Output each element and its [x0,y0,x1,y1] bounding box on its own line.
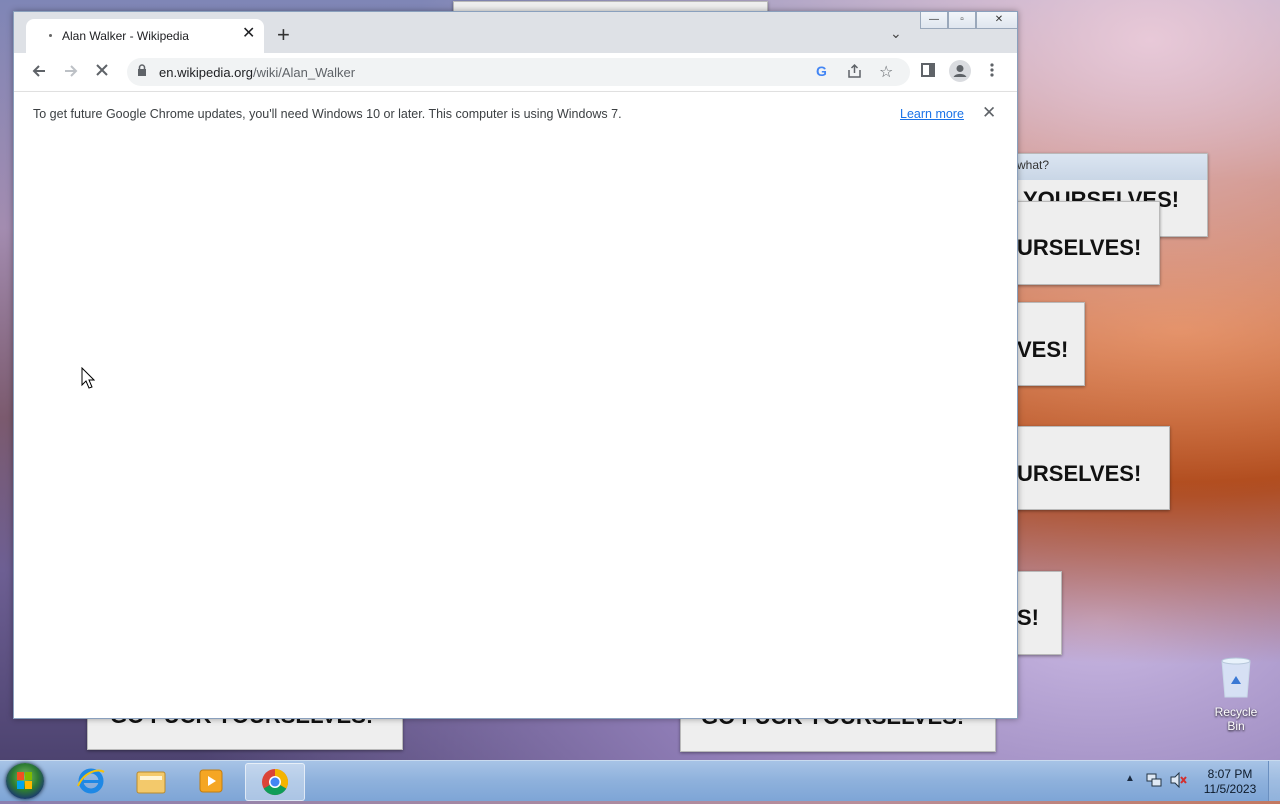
maximize-button[interactable]: ▫ [948,12,976,29]
taskbar-media-player[interactable] [182,763,240,799]
volume-muted-icon[interactable] [1170,771,1188,793]
system-clock[interactable]: 8:07 PM 11/5/2023 [1190,767,1270,797]
tab-close-icon[interactable]: ✕ [242,26,255,42]
forward-arrow-icon[interactable] [62,62,80,85]
taskbar-windows-explorer[interactable] [122,763,180,799]
recycle-bin-icon [1221,657,1251,698]
taskbar-google-chrome[interactable] [245,763,305,801]
network-icon[interactable] [1146,772,1162,793]
chrome-icon [262,768,289,796]
start-button[interactable] [6,763,44,799]
browser-toolbar: en.wikipedia.org/wiki/Alan_Walker G ☆ [14,53,1017,91]
new-tab-button[interactable]: + [277,24,290,46]
url-text[interactable]: en.wikipedia.org/wiki/Alan_Walker [159,65,355,80]
show-desktop-button[interactable] [1268,761,1280,801]
clock-time: 8:07 PM [1207,767,1253,781]
show-hidden-icons-icon[interactable]: ▲ [1125,773,1135,784]
profile-avatar-icon[interactable] [949,60,971,87]
popup-title: what? [991,154,1207,180]
windows-logo-icon [17,772,32,789]
tab-search-chevron-icon[interactable]: ⌄ [890,25,902,42]
minimize-button[interactable]: — [920,12,948,29]
lock-icon[interactable] [137,64,147,79]
taskbar: ▲ 8:07 PM 11/5/2023 [0,760,1280,801]
popup-text: S! [1017,605,1039,630]
back-arrow-icon[interactable] [30,62,48,85]
chrome-window: Alan Walker - Wikipedia ✕ + ⌄ — ▫ ✕ en.w… [13,11,1018,719]
popup-text: URSELVES! [1017,235,1142,260]
share-icon[interactable] [847,63,863,82]
tab-title: Alan Walker - Wikipedia [62,29,189,43]
infobar-message: To get future Google Chrome updates, you… [33,107,622,121]
menu-kebab-icon[interactable] [989,62,995,83]
address-bar[interactable]: en.wikipedia.org/wiki/Alan_Walker G ☆ [127,58,910,86]
loading-favicon-icon [49,34,52,37]
infobar-close-icon[interactable]: ✕ [982,103,996,123]
taskbar-internet-explorer[interactable] [62,763,120,799]
stop-loading-icon[interactable] [94,62,110,83]
popup-text: URSELVES! [1017,461,1142,486]
folder-icon [136,771,166,794]
tab-alan-walker[interactable]: Alan Walker - Wikipedia ✕ [26,19,264,53]
close-window-button[interactable]: ✕ [976,12,1017,29]
mouse-cursor-icon [81,366,96,394]
window-controls: — ▫ ✕ [920,12,1017,30]
learn-more-link[interactable]: Learn more [900,107,964,121]
google-lens-icon[interactable]: G [816,63,827,79]
bookmark-star-icon[interactable]: ☆ [879,62,893,82]
page-content-area[interactable] [14,136,1017,718]
clock-date: 11/5/2023 [1203,782,1257,796]
update-infobar: To get future Google Chrome updates, you… [14,91,1017,137]
internet-explorer-icon [77,768,105,794]
recycle-bin[interactable]: Recycle Bin [1206,656,1266,733]
media-player-icon [199,769,223,793]
tab-strip: Alan Walker - Wikipedia ✕ + ⌄ — ▫ ✕ [14,12,1017,53]
popup-text: VES! [1017,337,1069,362]
recycle-bin-label: Recycle Bin [1214,705,1258,733]
side-panel-icon[interactable] [920,62,936,83]
